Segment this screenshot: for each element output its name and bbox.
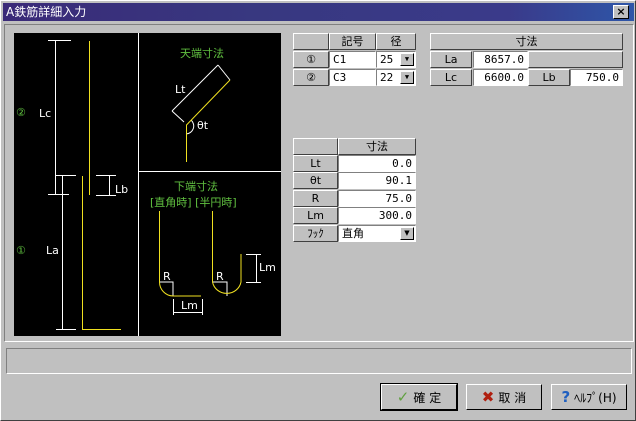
window-title: A鉄筋詳細入力 [6,5,87,19]
blank-cell [528,51,623,68]
lc-label: Lc [39,107,51,120]
lm-label: Lm [293,207,338,224]
lt-label: Lt [175,83,186,96]
lt-label: Lt [293,155,338,172]
header-blank [293,33,329,50]
help-label: ﾍﾙﾌﾟ(H) [574,391,617,405]
symbol-input[interactable]: C3 [329,69,376,86]
hook-value: 直角 [342,227,364,240]
lc-input[interactable]: 6600.0 [473,69,528,86]
r-input[interactable]: 75.0 [338,190,416,207]
header-dimension: 寸法 [338,138,416,155]
help-button[interactable]: ? ﾍﾙﾌﾟ(H) [551,384,627,410]
diameter-value: 22 [380,71,394,84]
lt-input[interactable]: 0.0 [338,155,416,172]
hook-select[interactable]: 直角 ▼ [338,225,416,242]
header-blank [293,138,338,155]
question-icon: ? [561,388,571,406]
symbol-input[interactable]: C1 [329,51,376,68]
mark-1: ① [16,244,26,257]
header-diameter: 径 [376,33,416,50]
theta-label: θt [293,172,338,189]
close-button[interactable]: × [613,5,629,19]
top-title: 天端寸法 [180,46,224,60]
r-label: R [293,190,338,207]
la-label: La [46,244,59,257]
theta-label: θt [197,119,209,132]
ok-button[interactable]: ✓ 確 定 [380,383,458,411]
chevron-down-icon[interactable]: ▼ [400,227,414,240]
check-icon: ✓ [396,388,410,406]
lc-label: Lc [430,69,472,86]
x-icon: ✖ [481,388,495,406]
cancel-button[interactable]: ✖ 取 消 [466,384,542,410]
r-label: R [163,270,171,283]
lm-label: Lm [181,299,198,312]
dialog-window: A鉄筋詳細入力 × ② Lc Lb ① La 天端寸法 Lt θt 下端寸法 [… [0,0,636,421]
bottom-title: 下端寸法 [174,179,218,193]
row-label: ① [293,51,329,68]
top-bar [186,79,231,162]
mark-2: ② [16,106,26,119]
chevron-down-icon[interactable]: ▼ [400,71,414,84]
lb-input[interactable]: 750.0 [570,69,623,86]
ok-label: 確 定 [413,391,442,405]
cancel-label: 取 消 [498,391,527,405]
diameter-value: 25 [380,53,394,66]
lm-label: Lm [259,261,276,274]
title-bar: A鉄筋詳細入力 [3,3,634,21]
theta-input[interactable]: 90.1 [338,172,416,189]
lb-label: Lb [528,69,570,86]
row-label: ② [293,69,329,86]
la-input[interactable]: 8657.0 [473,51,528,68]
diameter-select[interactable]: 25 ▼ [376,51,416,68]
hook-label: ﾌｯｸ [293,225,338,242]
right-angle-hook [159,211,201,297]
bottom-subtitle: [直角時] [半円時] [150,195,237,209]
rebar-1 [82,176,121,330]
header-symbol: 記号 [329,33,376,50]
diameter-select[interactable]: 22 ▼ [376,69,416,86]
chevron-down-icon[interactable]: ▼ [400,53,414,66]
r-label: R [216,270,224,283]
lm-input[interactable]: 300.0 [338,207,416,224]
lb-label: Lb [115,183,128,196]
header-dimension: 寸法 [430,33,623,50]
la-label: La [430,51,472,68]
status-bar [6,348,632,374]
rebar-diagram: ② Lc Lb ① La 天端寸法 Lt θt 下端寸法 [直角時] [半円時]… [14,33,281,336]
